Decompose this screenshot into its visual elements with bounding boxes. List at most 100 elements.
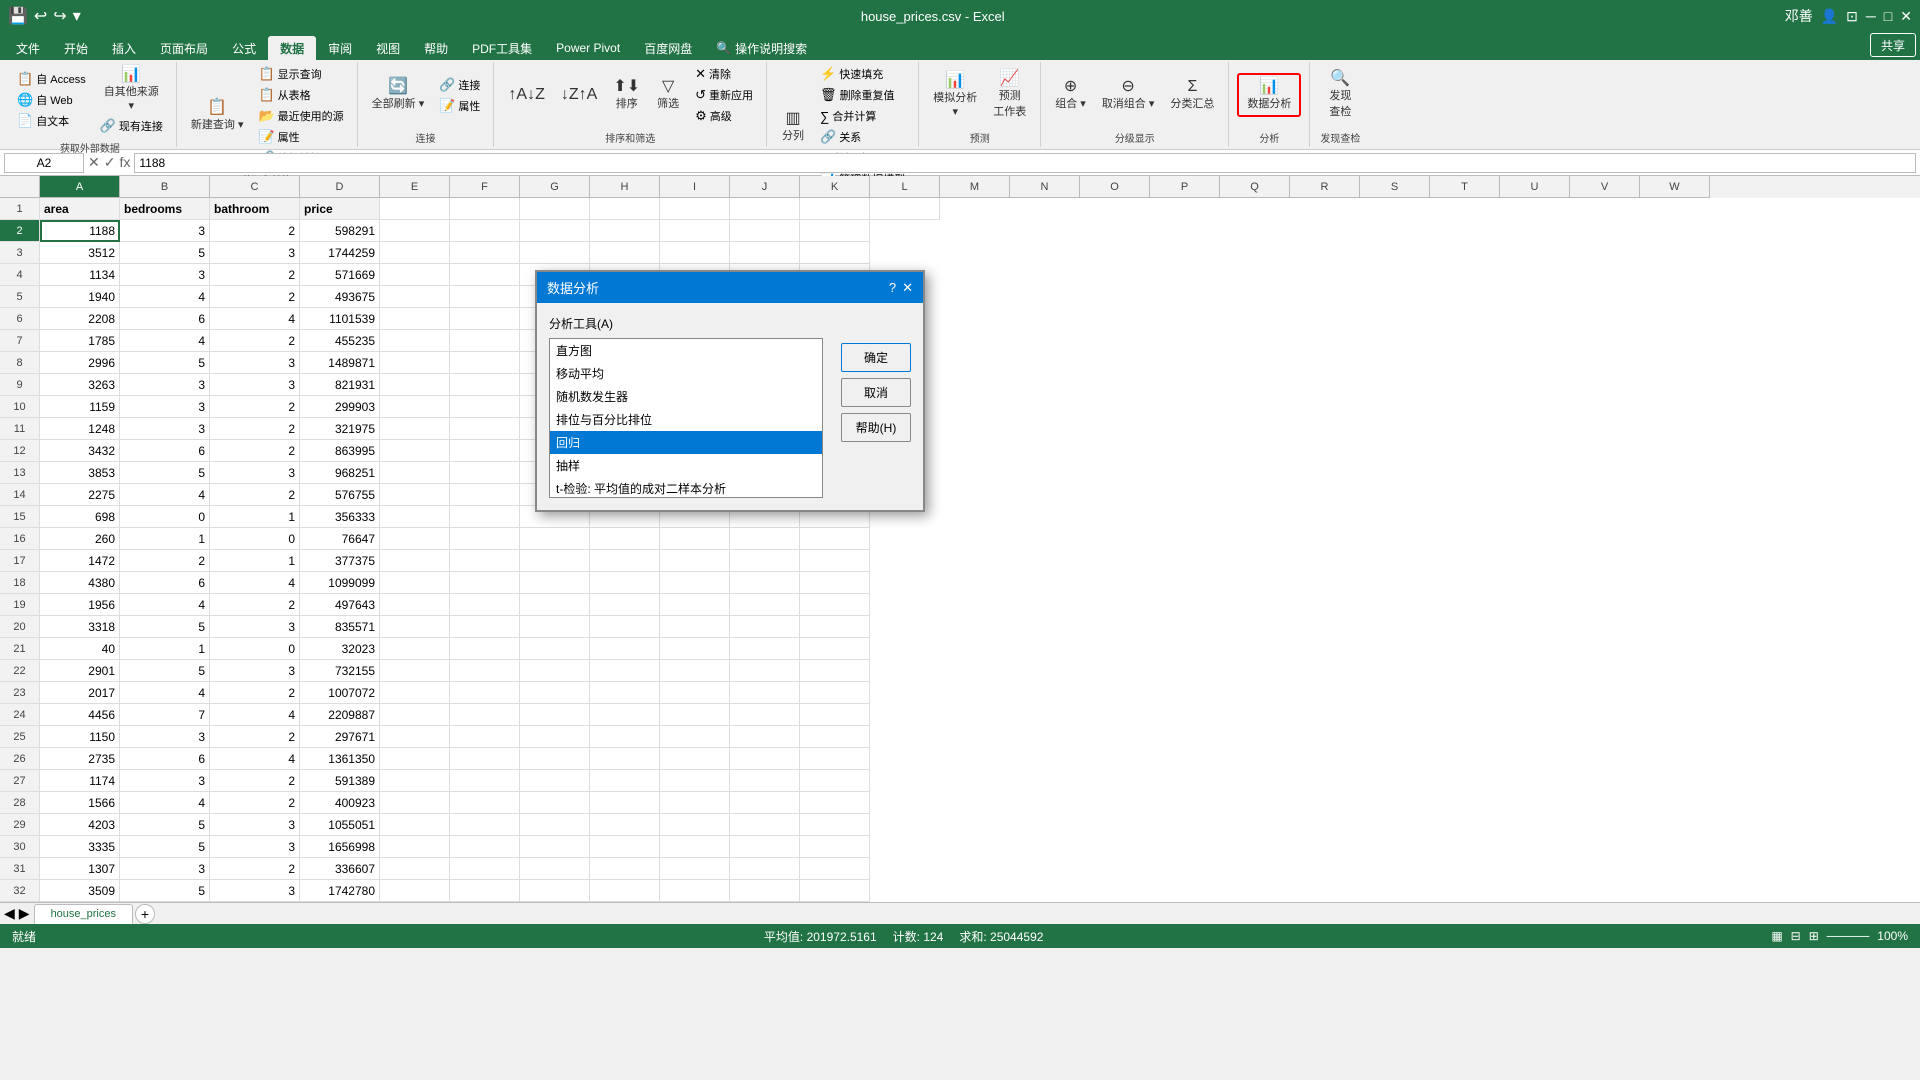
cell-k1[interactable] bbox=[800, 198, 870, 220]
cell-h30[interactable] bbox=[590, 836, 660, 858]
cell-b15[interactable]: 0 bbox=[120, 506, 210, 528]
cell-e9[interactable] bbox=[380, 374, 450, 396]
clear-btn[interactable]: ✕ 清除 bbox=[690, 64, 758, 84]
cell-c8[interactable]: 3 bbox=[210, 352, 300, 374]
cell-e31[interactable] bbox=[380, 858, 450, 880]
cell-j2[interactable] bbox=[730, 220, 800, 242]
cell-f9[interactable] bbox=[450, 374, 520, 396]
analysis-item-sampling[interactable]: 抽样 bbox=[550, 454, 822, 477]
col-header-q[interactable]: Q bbox=[1220, 176, 1290, 198]
cell-i27[interactable] bbox=[660, 770, 730, 792]
cell-e16[interactable] bbox=[380, 528, 450, 550]
cell-c1[interactable]: bathroom bbox=[210, 198, 300, 220]
cell-f16[interactable] bbox=[450, 528, 520, 550]
cell-e24[interactable] bbox=[380, 704, 450, 726]
cell-b17[interactable]: 2 bbox=[120, 550, 210, 572]
analysis-item-t-two-mean[interactable]: t-检验: 平均值的成对二样本分析 bbox=[550, 477, 822, 498]
cell-f26[interactable] bbox=[450, 748, 520, 770]
cell-h21[interactable] bbox=[590, 638, 660, 660]
cell-a11[interactable]: 1248 bbox=[40, 418, 120, 440]
cell-d12[interactable]: 863995 bbox=[300, 440, 380, 462]
cell-g26[interactable] bbox=[520, 748, 590, 770]
cell-d15[interactable]: 356333 bbox=[300, 506, 380, 528]
sheet-next-icon[interactable]: ▶ bbox=[19, 905, 30, 922]
cell-g18[interactable] bbox=[520, 572, 590, 594]
cell-g21[interactable] bbox=[520, 638, 590, 660]
cell-j17[interactable] bbox=[730, 550, 800, 572]
cell-k19[interactable] bbox=[800, 594, 870, 616]
sort-desc-btn[interactable]: ↓Z↑A bbox=[555, 84, 603, 106]
cell-j23[interactable] bbox=[730, 682, 800, 704]
cell-l1[interactable] bbox=[870, 198, 940, 220]
cell-f3[interactable] bbox=[450, 242, 520, 264]
cell-k27[interactable] bbox=[800, 770, 870, 792]
refresh-all-btn[interactable]: 🔄 全部刷新 ▾ bbox=[366, 76, 431, 114]
cell-c21[interactable]: 0 bbox=[210, 638, 300, 660]
cell-a7[interactable]: 1785 bbox=[40, 330, 120, 352]
cell-j21[interactable] bbox=[730, 638, 800, 660]
sort-btn[interactable]: ⬆⬇ 排序 bbox=[607, 76, 646, 114]
cell-d6[interactable]: 1101539 bbox=[300, 308, 380, 330]
cell-d14[interactable]: 576755 bbox=[300, 484, 380, 506]
cell-i18[interactable] bbox=[660, 572, 730, 594]
cell-j18[interactable] bbox=[730, 572, 800, 594]
new-query-btn[interactable]: 📋 新建查询 ▾ bbox=[185, 97, 250, 135]
cell-e21[interactable] bbox=[380, 638, 450, 660]
cell-c29[interactable]: 3 bbox=[210, 814, 300, 836]
filter-btn[interactable]: ▽ 筛选 bbox=[650, 76, 686, 114]
cell-e13[interactable] bbox=[380, 462, 450, 484]
existing-conn-btn[interactable]: 🔗 现有连接 bbox=[95, 116, 168, 136]
fill-flash-btn[interactable]: ⚡ 快速填充 bbox=[815, 64, 910, 84]
h-scrollbar[interactable] bbox=[155, 906, 1920, 922]
cell-j25[interactable] bbox=[730, 726, 800, 748]
cell-f14[interactable] bbox=[450, 484, 520, 506]
cell-i20[interactable] bbox=[660, 616, 730, 638]
cell-a14[interactable]: 2275 bbox=[40, 484, 120, 506]
cell-d24[interactable]: 2209887 bbox=[300, 704, 380, 726]
cell-e27[interactable] bbox=[380, 770, 450, 792]
cell-a6[interactable]: 2208 bbox=[40, 308, 120, 330]
cell-f1[interactable] bbox=[450, 198, 520, 220]
close-icon[interactable]: ✕ bbox=[1900, 8, 1912, 25]
cell-a13[interactable]: 3853 bbox=[40, 462, 120, 484]
cell-k29[interactable] bbox=[800, 814, 870, 836]
col-header-u[interactable]: U bbox=[1500, 176, 1570, 198]
cell-f12[interactable] bbox=[450, 440, 520, 462]
relation-btn[interactable]: 🔗 关系 bbox=[815, 127, 910, 147]
cell-d4[interactable]: 571669 bbox=[300, 264, 380, 286]
col-header-k[interactable]: K bbox=[800, 176, 870, 198]
cell-c11[interactable]: 2 bbox=[210, 418, 300, 440]
cell-d17[interactable]: 377375 bbox=[300, 550, 380, 572]
cell-i24[interactable] bbox=[660, 704, 730, 726]
cell-f13[interactable] bbox=[450, 462, 520, 484]
cell-a4[interactable]: 1134 bbox=[40, 264, 120, 286]
cell-f23[interactable] bbox=[450, 682, 520, 704]
cell-i22[interactable] bbox=[660, 660, 730, 682]
col-header-f[interactable]: F bbox=[450, 176, 520, 198]
formula-func-icon[interactable]: fx bbox=[119, 154, 130, 171]
cell-b11[interactable]: 3 bbox=[120, 418, 210, 440]
cell-g27[interactable] bbox=[520, 770, 590, 792]
cell-a20[interactable]: 3318 bbox=[40, 616, 120, 638]
sheet-tab-house-prices[interactable]: house_prices bbox=[34, 904, 133, 924]
cell-d8[interactable]: 1489871 bbox=[300, 352, 380, 374]
col-header-d[interactable]: D bbox=[300, 176, 380, 198]
cell-b5[interactable]: 4 bbox=[120, 286, 210, 308]
cell-f7[interactable] bbox=[450, 330, 520, 352]
layout-icon[interactable]: ⊡ bbox=[1846, 8, 1858, 25]
customize-icon[interactable]: ▾ bbox=[73, 6, 81, 26]
cell-f29[interactable] bbox=[450, 814, 520, 836]
cell-e30[interactable] bbox=[380, 836, 450, 858]
cell-a30[interactable]: 3335 bbox=[40, 836, 120, 858]
cell-h18[interactable] bbox=[590, 572, 660, 594]
cell-b14[interactable]: 4 bbox=[120, 484, 210, 506]
cell-i23[interactable] bbox=[660, 682, 730, 704]
cell-c10[interactable]: 2 bbox=[210, 396, 300, 418]
cell-i26[interactable] bbox=[660, 748, 730, 770]
cell-g1[interactable] bbox=[520, 198, 590, 220]
analysis-listbox[interactable]: 直方图 移动平均 随机数发生器 排位与百分比排位 回归 抽样 t-检验: 平均值… bbox=[549, 338, 823, 498]
cell-b26[interactable]: 6 bbox=[120, 748, 210, 770]
cell-i30[interactable] bbox=[660, 836, 730, 858]
cell-k23[interactable] bbox=[800, 682, 870, 704]
group-btn[interactable]: ⊕ 组合 ▾ bbox=[1049, 76, 1092, 114]
